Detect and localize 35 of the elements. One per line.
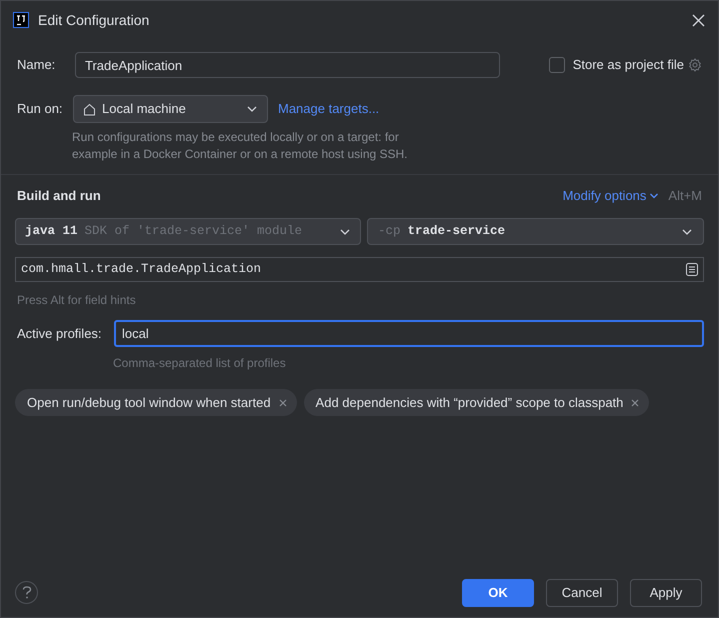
gear-icon <box>688 58 702 72</box>
option-chip[interactable]: Add dependencies with “provided” scope to classpath <box>304 389 650 416</box>
chevron-down-icon <box>649 191 660 201</box>
help-text: Run configurations may be executed locally or on a target: for example in a Docker Container or on a remote host using SSH. <box>72 129 409 163</box>
close-icon <box>692 14 704 26</box>
checkbox-label: Store as project file <box>572 56 684 74</box>
home-icon <box>83 102 96 116</box>
window-title: Edit Configuration <box>38 10 150 30</box>
help-text: Press Alt for field hints <box>17 292 137 309</box>
classpath-dropdown[interactable]: -cp trade-service <box>367 218 704 245</box>
dialog-button[interactable]: Apply <box>630 578 702 606</box>
main-class-field[interactable]: com.hmall.trade.TradeApplication <box>15 257 704 282</box>
name-field[interactable]: TradeApplication <box>75 52 500 78</box>
close-button[interactable] <box>690 12 706 28</box>
manage-targets-link[interactable]: Manage targets... <box>278 99 380 119</box>
run-on-label: Run on: <box>17 100 64 118</box>
dialog-button[interactable]: Cancel <box>546 578 618 606</box>
dialog-button[interactable]: OK <box>462 578 534 606</box>
close-icon <box>278 398 287 406</box>
profiles-field[interactable]: local <box>114 320 704 347</box>
jdk-dropdown[interactable]: java 11 SDK of 'trade-service' module <box>15 218 361 245</box>
help-button[interactable] <box>15 581 38 604</box>
option-chip[interactable]: Open run/debug tool window when started <box>15 389 297 416</box>
section-title: Build and run <box>17 187 101 206</box>
list-icon <box>686 263 698 276</box>
close-icon <box>631 398 640 406</box>
checkbox[interactable] <box>548 57 565 73</box>
modify-options-button[interactable]: Modify options <box>562 186 660 206</box>
target-dropdown[interactable]: Local machine <box>73 95 268 123</box>
name-label: Name: <box>17 56 56 74</box>
active-profiles-label: Active profiles: <box>17 324 103 343</box>
question-mark-icon <box>22 586 32 599</box>
shortcut-label: Alt+M <box>668 187 702 206</box>
help-text: Comma-separated list of profiles <box>113 355 287 372</box>
app-logo-icon <box>13 12 29 28</box>
